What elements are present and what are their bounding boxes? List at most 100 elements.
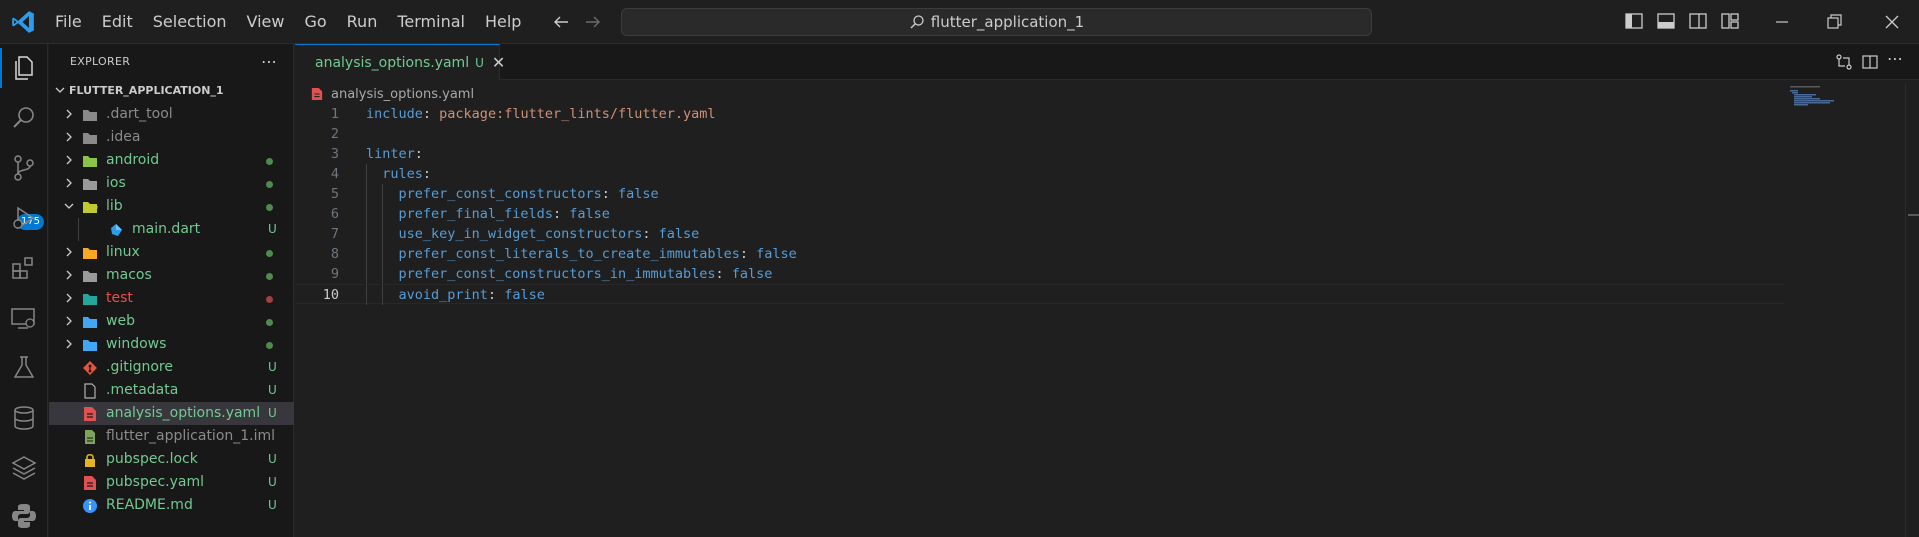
file-item[interactable]: main.dart U — [49, 218, 294, 241]
line-number: 2 — [330, 126, 339, 142]
source-control-icon[interactable] — [8, 152, 40, 184]
extensions-icon[interactable] — [8, 252, 40, 284]
code-token: : — [414, 146, 423, 162]
menu-terminal[interactable]: Terminal — [387, 7, 475, 37]
file-item[interactable]: README.md U — [49, 494, 294, 517]
close-window-icon[interactable] — [1882, 12, 1902, 32]
code-line[interactable]: 10 avoid_print: false — [295, 284, 1785, 305]
tab-name: analysis_options.yaml — [315, 54, 470, 71]
run-debug-icon[interactable] — [8, 202, 40, 234]
code-line[interactable]: 7 use_key_in_widget_constructors: false — [295, 224, 1785, 244]
testing-icon[interactable] — [8, 352, 40, 384]
explorer-icon[interactable] — [8, 52, 40, 84]
yaml-file-icon — [84, 407, 96, 421]
customize-layout-icon[interactable] — [1719, 10, 1741, 32]
folder-icon — [83, 340, 97, 351]
back-arrow-icon[interactable] — [550, 11, 572, 33]
folder-icon — [83, 110, 97, 121]
line-number: 8 — [330, 246, 339, 262]
code-line[interactable]: 8 prefer_const_literals_to_create_immuta… — [295, 244, 1785, 264]
chevron-down-icon — [55, 87, 65, 93]
project-header[interactable]: FLUTTER_APPLICATION_1 — [49, 79, 294, 101]
code-line[interactable]: 6 prefer_final_fields: false — [295, 204, 1785, 224]
line-number: 3 — [330, 146, 339, 162]
code-line[interactable]: 5 prefer_const_constructors: false — [295, 184, 1785, 204]
menu-file[interactable]: File — [45, 7, 92, 37]
folder-item[interactable]: test — [49, 287, 294, 310]
more-actions-icon[interactable]: ⋯ — [261, 52, 277, 71]
file-item[interactable]: flutter_application_1.iml — [49, 425, 294, 448]
toggle-panel-icon[interactable] — [1655, 10, 1677, 32]
file-item[interactable]: .gitignore U — [49, 356, 294, 379]
minimize-icon[interactable] — [1772, 12, 1792, 32]
breadcrumb[interactable]: analysis_options.yaml — [311, 84, 474, 104]
tree-item-label: pubspec.yaml — [106, 474, 204, 490]
tab-analysis-options[interactable]: analysis_options.yaml U ✕ — [295, 44, 505, 80]
modified-dot — [266, 319, 273, 326]
folder-item[interactable]: .idea — [49, 126, 294, 149]
line-text: avoid_print: false — [366, 285, 545, 305]
close-tab-icon[interactable]: ✕ — [492, 53, 505, 72]
editor-more-actions-icon[interactable]: ⋯ — [1887, 49, 1903, 68]
git-status-badge: U — [268, 452, 277, 466]
restore-icon[interactable] — [1824, 12, 1844, 32]
layers-icon[interactable] — [8, 452, 40, 484]
command-center-search[interactable]: flutter_application_1 — [621, 8, 1372, 36]
folder-item[interactable]: lib — [49, 195, 294, 218]
file-item[interactable]: .metadata U — [49, 379, 294, 402]
code-token: linter — [366, 146, 415, 162]
folder-item[interactable]: android — [49, 149, 294, 172]
minimap[interactable] — [1790, 84, 1850, 124]
menu-run[interactable]: Run — [337, 7, 388, 37]
line-text: prefer_const_literals_to_create_immutabl… — [366, 244, 797, 264]
code-line[interactable]: 1 include: package:flutter_lints/flutter.… — [295, 104, 1785, 124]
menu-view[interactable]: View — [237, 7, 295, 37]
menu-selection[interactable]: Selection — [143, 7, 237, 37]
git-status-badge: U — [268, 383, 277, 397]
line-number: 5 — [330, 186, 339, 202]
folder-item[interactable]: .dart_tool — [49, 103, 294, 126]
forward-arrow-icon[interactable] — [582, 11, 604, 33]
remote-explorer-icon[interactable] — [8, 302, 40, 334]
toggle-primary-sidebar-icon[interactable] — [1623, 10, 1645, 32]
code-line[interactable]: 4 rules: — [295, 164, 1785, 184]
folder-item[interactable]: ios — [49, 172, 294, 195]
code-editor[interactable]: 1 include: package:flutter_lints/flutter.… — [295, 104, 1785, 305]
toggle-secondary-sidebar-icon[interactable] — [1687, 10, 1709, 32]
code-token: false — [504, 287, 545, 303]
modified-dot — [266, 273, 273, 280]
folder-item[interactable]: linux — [49, 241, 294, 264]
vertical-scrollbar[interactable] — [1905, 84, 1919, 537]
folder-item[interactable]: web — [49, 310, 294, 333]
search-icon[interactable] — [8, 102, 40, 134]
code-line[interactable]: 9 prefer_const_constructors_in_immutable… — [295, 264, 1785, 284]
file-item[interactable]: analysis_options.yaml U — [49, 402, 294, 425]
chevron-down-icon — [64, 203, 74, 209]
code-token: include — [366, 106, 423, 122]
open-changes-icon[interactable] — [1835, 53, 1853, 71]
database-icon[interactable] — [8, 402, 40, 434]
menu-help[interactable]: Help — [475, 7, 531, 37]
split-editor-icon[interactable] — [1861, 53, 1879, 71]
code-token: false — [658, 226, 700, 242]
code-token: false — [731, 266, 773, 282]
menu-edit[interactable]: Edit — [92, 7, 143, 37]
file-item[interactable]: pubspec.yaml U — [49, 471, 294, 494]
vscode-logo-icon[interactable] — [10, 9, 36, 35]
tree-item-label: windows — [106, 336, 167, 352]
iml-file-icon — [85, 430, 95, 444]
file-item[interactable]: pubspec.lock U — [49, 448, 294, 471]
line-text: prefer_const_constructors: false — [366, 184, 659, 204]
git-status-badge: U — [268, 498, 277, 512]
git-status-badge: U — [268, 475, 277, 489]
code-line[interactable]: 3 linter: — [295, 144, 1785, 164]
modified-dot — [266, 181, 273, 188]
modified-dot — [266, 204, 273, 211]
code-token: package:flutter_lints/flutter.yaml — [439, 106, 716, 122]
code-line[interactable]: 2 — [295, 124, 1785, 144]
menu-go[interactable]: Go — [294, 7, 336, 37]
python-icon[interactable] — [8, 500, 40, 532]
folder-item[interactable]: macos — [49, 264, 294, 287]
folder-item[interactable]: windows — [49, 333, 294, 356]
